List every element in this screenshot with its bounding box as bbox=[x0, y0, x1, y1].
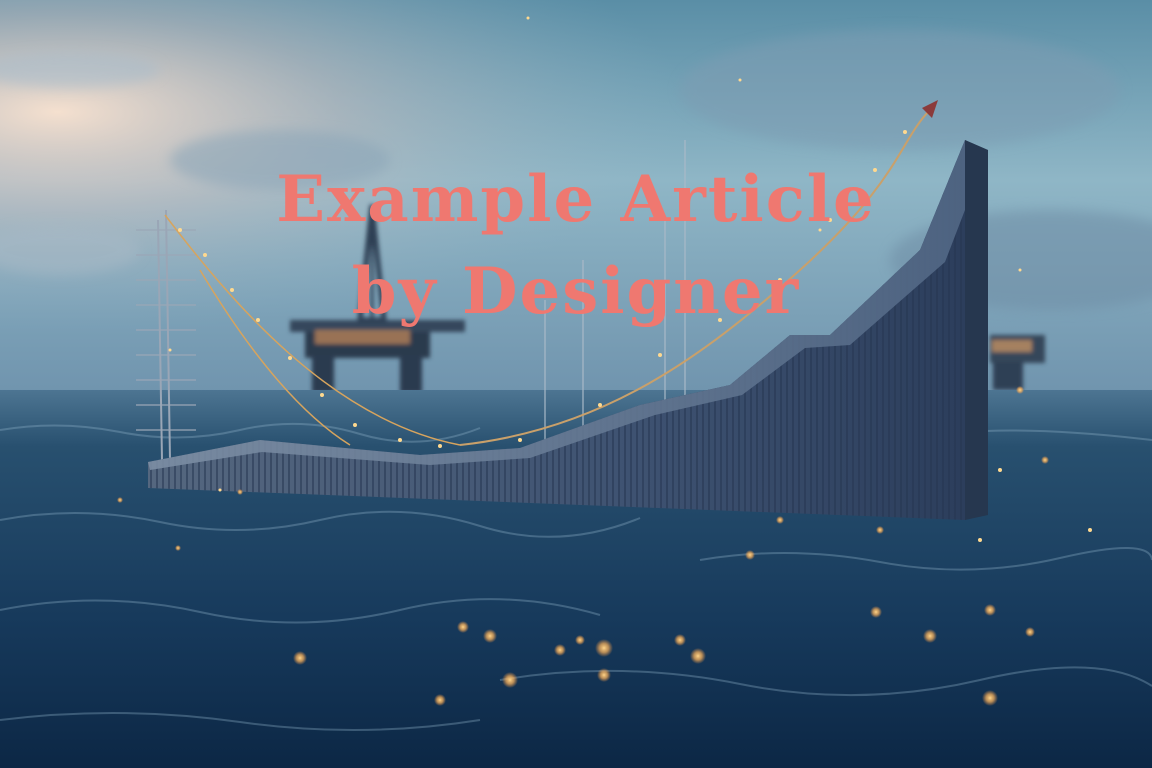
headline-line-2: by Designer bbox=[351, 254, 801, 329]
scene-illustration bbox=[0, 0, 1152, 768]
article-headline: Example Article by Designer bbox=[0, 154, 1152, 338]
headline-line-1: Example Article bbox=[276, 162, 876, 237]
hero-image: Example Article by Designer bbox=[0, 0, 1152, 768]
